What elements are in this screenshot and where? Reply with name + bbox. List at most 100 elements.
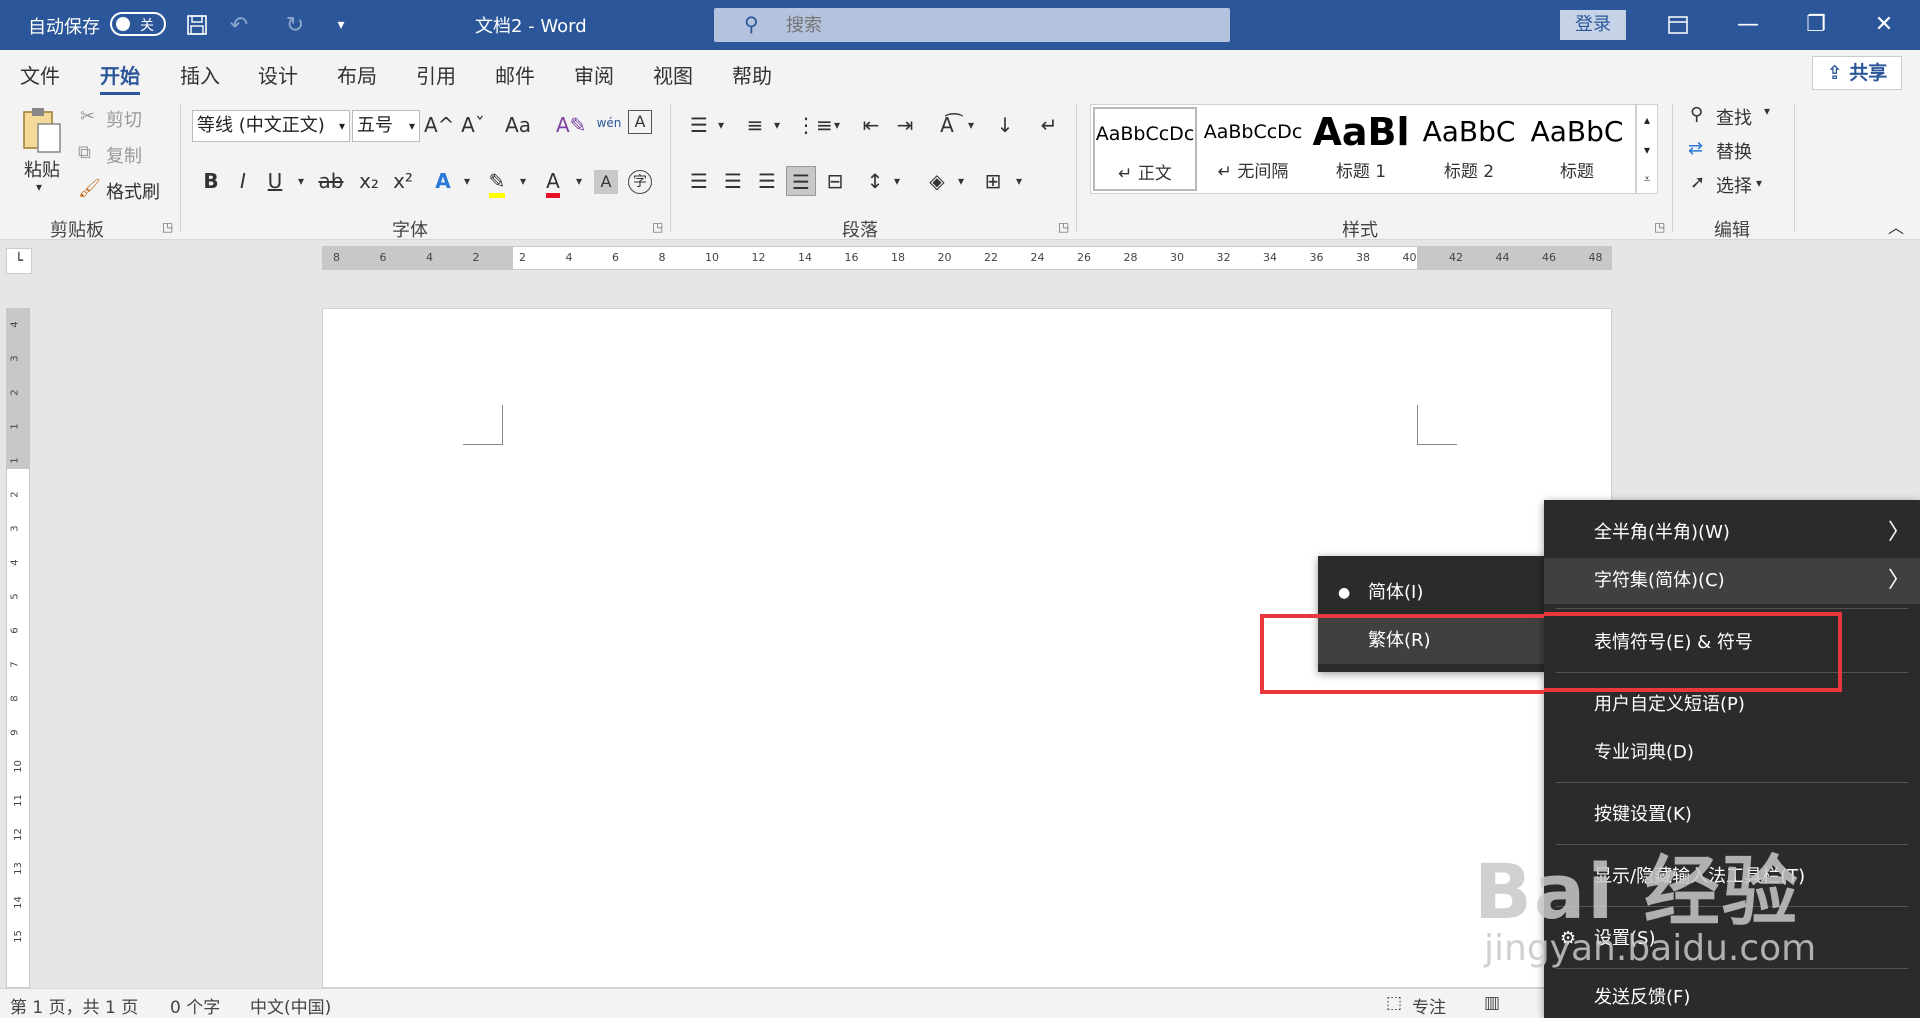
phonetic-guide-icon[interactable]: wén <box>594 108 624 138</box>
borders-dropdown-icon[interactable]: ▾ <box>1004 166 1034 196</box>
ribbon-display-options-icon[interactable] <box>1656 8 1700 42</box>
strikethrough-button[interactable]: ab <box>316 166 346 196</box>
login-button[interactable]: 登录 <box>1560 10 1626 40</box>
format-painter-label[interactable]: 格式刷 <box>106 178 160 204</box>
paste-label[interactable]: 粘贴 <box>24 156 60 182</box>
vertical-ruler[interactable]: 4 3 2 1 1 2 3 4 5 6 7 8 9 10 11 12 13 14 15 <box>6 308 30 988</box>
tab-review[interactable]: 审阅 <box>574 60 614 89</box>
shrink-font-icon[interactable]: Aˇ <box>458 110 488 140</box>
focus-label[interactable]: 专注 <box>1412 993 1446 1018</box>
ruler-margin <box>323 247 513 269</box>
save-icon[interactable] <box>182 10 212 40</box>
distributed-icon[interactable]: ⊟ <box>820 166 850 196</box>
read-mode-icon[interactable]: ▥ <box>1484 993 1500 1013</box>
menu-item-full-half-width[interactable]: 全半角(半角)(W) 〉 <box>1544 510 1920 556</box>
menu-item-feedback[interactable]: 发送反馈(F) <box>1544 978 1920 1018</box>
find-icon[interactable]: ⚲ <box>1690 104 1703 125</box>
horizontal-ruler[interactable]: 8 6 4 2 2 4 6 8 10 12 14 16 18 20 22 24 26 28 30 32 34 36 38 40… <box>322 246 1612 270</box>
multilevel-dropdown-icon[interactable]: ▾ <box>822 110 852 140</box>
bold-button[interactable]: B <box>196 166 226 196</box>
autosave-toggle[interactable]: 关 <box>110 12 166 36</box>
word-count[interactable]: 0 个字 <box>170 993 220 1018</box>
find-label[interactable]: 查找 <box>1716 104 1752 130</box>
tab-references[interactable]: 引用 <box>416 60 456 89</box>
align-center-icon[interactable]: ☰ <box>718 166 748 196</box>
font-size-dropdown[interactable]: 五号 ▾ <box>352 110 420 142</box>
tab-home[interactable]: 开始 <box>100 60 140 95</box>
focus-icon[interactable]: ⬚ <box>1386 993 1402 1013</box>
minimize-icon[interactable]: — <box>1726 8 1770 42</box>
styles-launcher-icon[interactable]: ◳ <box>1654 220 1665 234</box>
style-normal[interactable]: AaBbCcDc ↵ 正文 <box>1093 107 1197 191</box>
menu-item-simplified[interactable]: ● 简体(I) <box>1318 570 1544 616</box>
line-spacing-dropdown-icon[interactable]: ▾ <box>882 166 912 196</box>
styles-gallery-scroll[interactable]: ▴ ▾ ⩡ <box>1636 104 1658 194</box>
select-label[interactable]: 选择 <box>1716 172 1752 198</box>
style-heading-1[interactable]: AaBl 标题 1 <box>1309 107 1413 191</box>
chinese-layout-dropdown-icon[interactable]: ▾ <box>956 110 986 140</box>
page-count[interactable]: 第 1 页，共 1 页 <box>10 993 138 1018</box>
align-left-icon[interactable]: ☰ <box>684 166 714 196</box>
chevron-up-icon[interactable]: ▴ <box>1637 105 1657 135</box>
highlight-dropdown-icon[interactable]: ▾ <box>508 166 538 196</box>
select-icon[interactable]: ➚ <box>1690 172 1705 193</box>
search-input[interactable] <box>786 12 1206 38</box>
tab-design[interactable]: 设计 <box>258 60 298 89</box>
select-dropdown-icon[interactable]: ▾ <box>1756 176 1762 190</box>
tab-view[interactable]: 视图 <box>653 60 693 89</box>
enclose-characters-icon[interactable]: 字 <box>628 170 652 194</box>
shading-dropdown-icon[interactable]: ▾ <box>946 166 976 196</box>
paragraph-launcher-icon[interactable]: ◳ <box>1058 220 1069 234</box>
tab-layout[interactable]: 布局 <box>337 60 377 89</box>
decrease-indent-icon[interactable]: ⇤ <box>856 110 886 140</box>
tab-selector[interactable]: └ <box>6 248 32 274</box>
justify-icon[interactable]: ☰ <box>786 166 816 196</box>
text-effects-dropdown-icon[interactable]: ▾ <box>452 166 482 196</box>
increase-indent-icon[interactable]: ⇥ <box>890 110 920 140</box>
bullets-dropdown-icon[interactable]: ▾ <box>706 110 736 140</box>
align-right-icon[interactable]: ☰ <box>752 166 782 196</box>
sort-icon[interactable]: ↓ <box>990 110 1020 140</box>
undo-icon[interactable]: ↶ <box>224 10 254 40</box>
tab-insert[interactable]: 插入 <box>180 60 220 89</box>
font-launcher-icon[interactable]: ◳ <box>652 220 663 234</box>
search-box[interactable]: ⚲ <box>714 8 1230 42</box>
collapse-ribbon-icon[interactable]: ︿ <box>1888 214 1904 238</box>
find-dropdown-icon[interactable]: ▾ <box>1764 104 1770 118</box>
restore-icon[interactable]: ❐ <box>1794 8 1838 42</box>
tab-file[interactable]: 文件 <box>20 60 60 89</box>
character-border-icon[interactable]: A <box>628 110 652 134</box>
show-marks-icon[interactable]: ↵ <box>1034 110 1064 140</box>
clear-formatting-icon[interactable]: A✎ <box>556 110 586 140</box>
replace-icon[interactable]: ⇄ <box>1688 138 1703 159</box>
style-no-spacing[interactable]: AaBbCcDc ↵ 无间隔 <box>1201 107 1305 191</box>
menu-item-dictionary[interactable]: 专业词典(D) <box>1544 730 1920 776</box>
redo-icon[interactable]: ↻ <box>280 10 310 40</box>
style-title[interactable]: AaBbC 标题 <box>1525 107 1629 191</box>
style-heading-2[interactable]: AaBbC 标题 2 <box>1417 107 1521 191</box>
language-indicator[interactable]: 中文(中国) <box>250 993 331 1018</box>
chevron-down-icon[interactable]: ▾ <box>1637 135 1657 165</box>
more-styles-icon[interactable]: ⩡ <box>1637 165 1657 193</box>
paste-icon[interactable] <box>20 106 68 154</box>
change-case-icon[interactable]: Aa <box>496 110 540 140</box>
tab-help[interactable]: 帮助 <box>732 60 772 89</box>
superscript-button[interactable]: x² <box>388 166 418 196</box>
menu-item-charset[interactable]: 字符集(简体)(C) 〉 <box>1544 558 1920 604</box>
share-button[interactable]: ⇪ 共享 <box>1812 56 1902 90</box>
paste-dropdown-icon[interactable]: ▾ <box>36 180 42 194</box>
format-painter-icon[interactable]: 🖌 <box>78 178 101 199</box>
clipboard-launcher-icon[interactable]: ◳ <box>162 220 173 234</box>
close-icon[interactable]: ✕ <box>1862 8 1906 42</box>
replace-label[interactable]: 替换 <box>1716 138 1752 164</box>
underline-dropdown-icon[interactable]: ▾ <box>286 166 316 196</box>
customize-qat-icon[interactable]: ▾ <box>326 10 356 40</box>
character-shading-icon[interactable]: A <box>594 170 618 194</box>
font-color-dropdown-icon[interactable]: ▾ <box>564 166 594 196</box>
numbering-dropdown-icon[interactable]: ▾ <box>762 110 792 140</box>
font-name-dropdown[interactable]: 等线 (中文正文) ▾ <box>192 110 350 142</box>
italic-button[interactable]: I <box>228 166 258 196</box>
tab-mailings[interactable]: 邮件 <box>495 60 535 89</box>
subscript-button[interactable]: x₂ <box>354 166 384 196</box>
grow-font-icon[interactable]: A^ <box>424 110 454 140</box>
